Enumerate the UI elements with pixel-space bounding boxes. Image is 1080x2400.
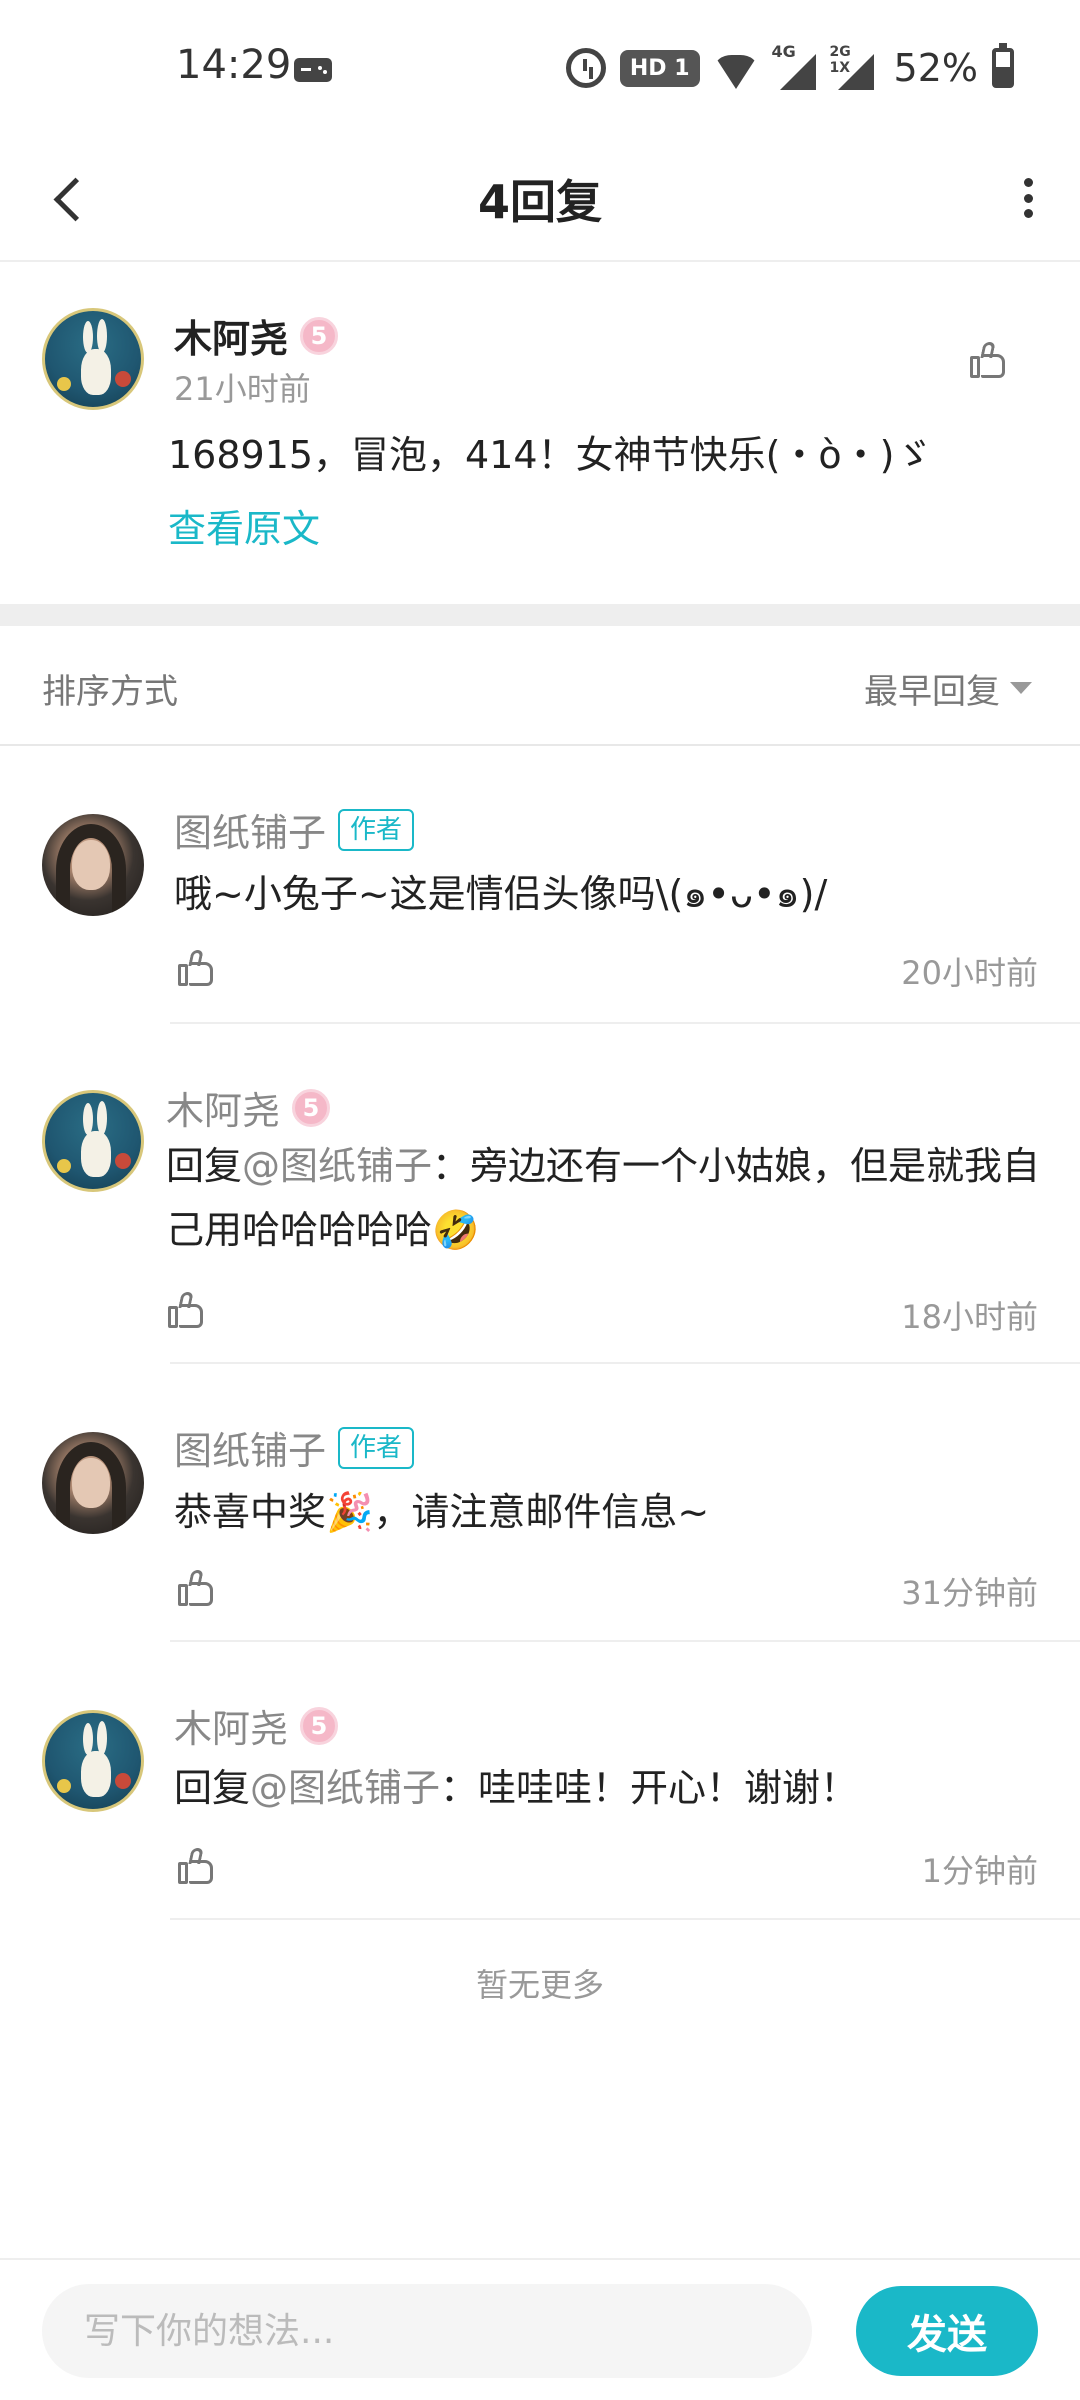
comment-bar: 发送: [0, 2258, 1080, 2400]
author-badge: 作者: [338, 808, 415, 851]
reply-time: 31分钟前: [901, 1574, 1038, 1612]
reply-text: 回复@图纸铺子：哇哇哇！开心！谢谢！: [174, 1756, 1054, 1820]
signal-label: 4G: [771, 42, 796, 61]
reply-item: 木阿尧 5 回复@图纸铺子：哇哇哇！开心！谢谢！ 1分钟前: [0, 1642, 1080, 1920]
header-bar: 4回复: [0, 132, 1080, 262]
signal-icon: 4G: [771, 42, 816, 90]
reply-author-name[interactable]: 图纸铺子: [174, 1420, 326, 1475]
reply-author-row: 木阿尧 5: [174, 1698, 339, 1753]
reply-author-name[interactable]: 木阿尧: [166, 1080, 280, 1135]
signal-icon-secondary: 2G 1X: [829, 44, 874, 90]
more-vertical-icon[interactable]: [1016, 172, 1040, 224]
reply-item: 木阿尧 5 回复@图纸铺子：旁边还有一个小姑娘，但是就我自己用哈哈哈哈哈🤣 18…: [0, 1024, 1080, 1364]
reply-item: 图纸铺子 作者 哦~小兔子~这是情侣头像吗\(๑•ᴗ•๑)/ 20小时前: [0, 748, 1080, 1024]
original-post: 木阿尧 5 21小时前 168915，冒泡，414！女神节快乐(・ὸ・)ゞ 查看…: [0, 264, 1080, 604]
level-badge: 5: [292, 1088, 331, 1127]
reply-time: 20小时前: [901, 954, 1038, 992]
mention-link[interactable]: @图纸铺子: [242, 1144, 432, 1188]
thumbs-up-icon[interactable]: [166, 1290, 206, 1330]
send-button[interactable]: 发送: [856, 2286, 1038, 2376]
thumbs-up-icon[interactable]: [176, 948, 216, 988]
avatar[interactable]: [42, 1090, 144, 1192]
reply-author-row: 图纸铺子 作者: [174, 1420, 415, 1475]
battery-icon: [992, 43, 1014, 88]
author-badge: 作者: [338, 1426, 415, 1469]
alarm-icon: [565, 48, 606, 88]
post-content: 168915，冒泡，414！女神节快乐(・ὸ・)ゞ: [168, 433, 933, 477]
reply-author-row: 图纸铺子 作者: [174, 802, 415, 857]
mention-link[interactable]: @图纸铺子: [250, 1766, 440, 1810]
reply-divider: [170, 1918, 1080, 1920]
avatar[interactable]: [42, 814, 144, 916]
avatar[interactable]: [42, 308, 144, 410]
gamepad-icon: [294, 58, 332, 82]
reply-author-name[interactable]: 木阿尧: [174, 1698, 288, 1753]
thumbs-up-icon[interactable]: [176, 1568, 216, 1608]
section-divider: [0, 604, 1080, 626]
level-badge: 5: [300, 1706, 339, 1745]
reply-text-body: 恭喜中奖🎉，请注意邮件信息~: [174, 1490, 710, 1534]
signal-label-secondary: 2G 1X: [829, 44, 851, 76]
view-original-link[interactable]: 查看原文: [168, 498, 320, 553]
status-icons: HD 1 4G 2G 1X 52%: [565, 40, 1014, 96]
sort-dropdown[interactable]: 最早回复: [864, 664, 1000, 713]
battery-percent: 52%: [893, 46, 978, 90]
status-bar: 14:29 HD 1 4G 2G 1X 52%: [0, 0, 1080, 132]
reply-text: 回复@图纸铺子：旁边还有一个小姑娘，但是就我自己用哈哈哈哈哈🤣: [166, 1134, 1046, 1262]
reply-time: 1分钟前: [921, 1852, 1038, 1890]
reply-item: 图纸铺子 作者 恭喜中奖🎉，请注意邮件信息~ 31分钟前: [0, 1364, 1080, 1642]
reply-prefix: 回复: [174, 1766, 251, 1810]
avatar[interactable]: [42, 1710, 144, 1812]
reply-text-body: 哦~小兔子~这是情侣头像吗\(๑•ᴗ•๑)/: [174, 872, 828, 916]
no-more-label: 暂无更多: [475, 1966, 604, 2004]
page-title: 4回复: [477, 175, 602, 229]
reply-time: 18小时前: [901, 1298, 1038, 1336]
wifi-icon: [713, 55, 758, 89]
post-author-name[interactable]: 木阿尧: [174, 308, 288, 363]
thumbs-up-icon[interactable]: [968, 340, 1008, 380]
reply-text: 哦~小兔子~这是情侣头像吗\(๑•ᴗ•๑)/: [174, 862, 1054, 926]
thumbs-up-icon[interactable]: [176, 1846, 216, 1886]
reply-author-row: 木阿尧 5: [166, 1080, 331, 1135]
reply-author-name[interactable]: 图纸铺子: [174, 802, 326, 857]
reply-text-body: ：哇哇哇！开心！谢谢！: [440, 1766, 859, 1810]
avatar[interactable]: [42, 1432, 144, 1534]
post-time: 21小时前: [174, 370, 311, 408]
dropdown-caret-icon[interactable]: [1010, 682, 1032, 694]
post-author-row: 木阿尧 5: [174, 308, 339, 363]
reply-prefix: 回复: [166, 1144, 243, 1188]
battery-fill: [996, 67, 1010, 84]
level-badge: 5: [300, 316, 339, 355]
sort-label: 排序方式: [42, 672, 178, 712]
sort-bar: 排序方式 最早回复: [0, 626, 1080, 746]
hd-badge: HD 1: [619, 49, 700, 87]
status-time: 14:29: [176, 42, 292, 88]
reply-text: 恭喜中奖🎉，请注意邮件信息~: [174, 1480, 1054, 1544]
comment-input[interactable]: [42, 2284, 812, 2378]
